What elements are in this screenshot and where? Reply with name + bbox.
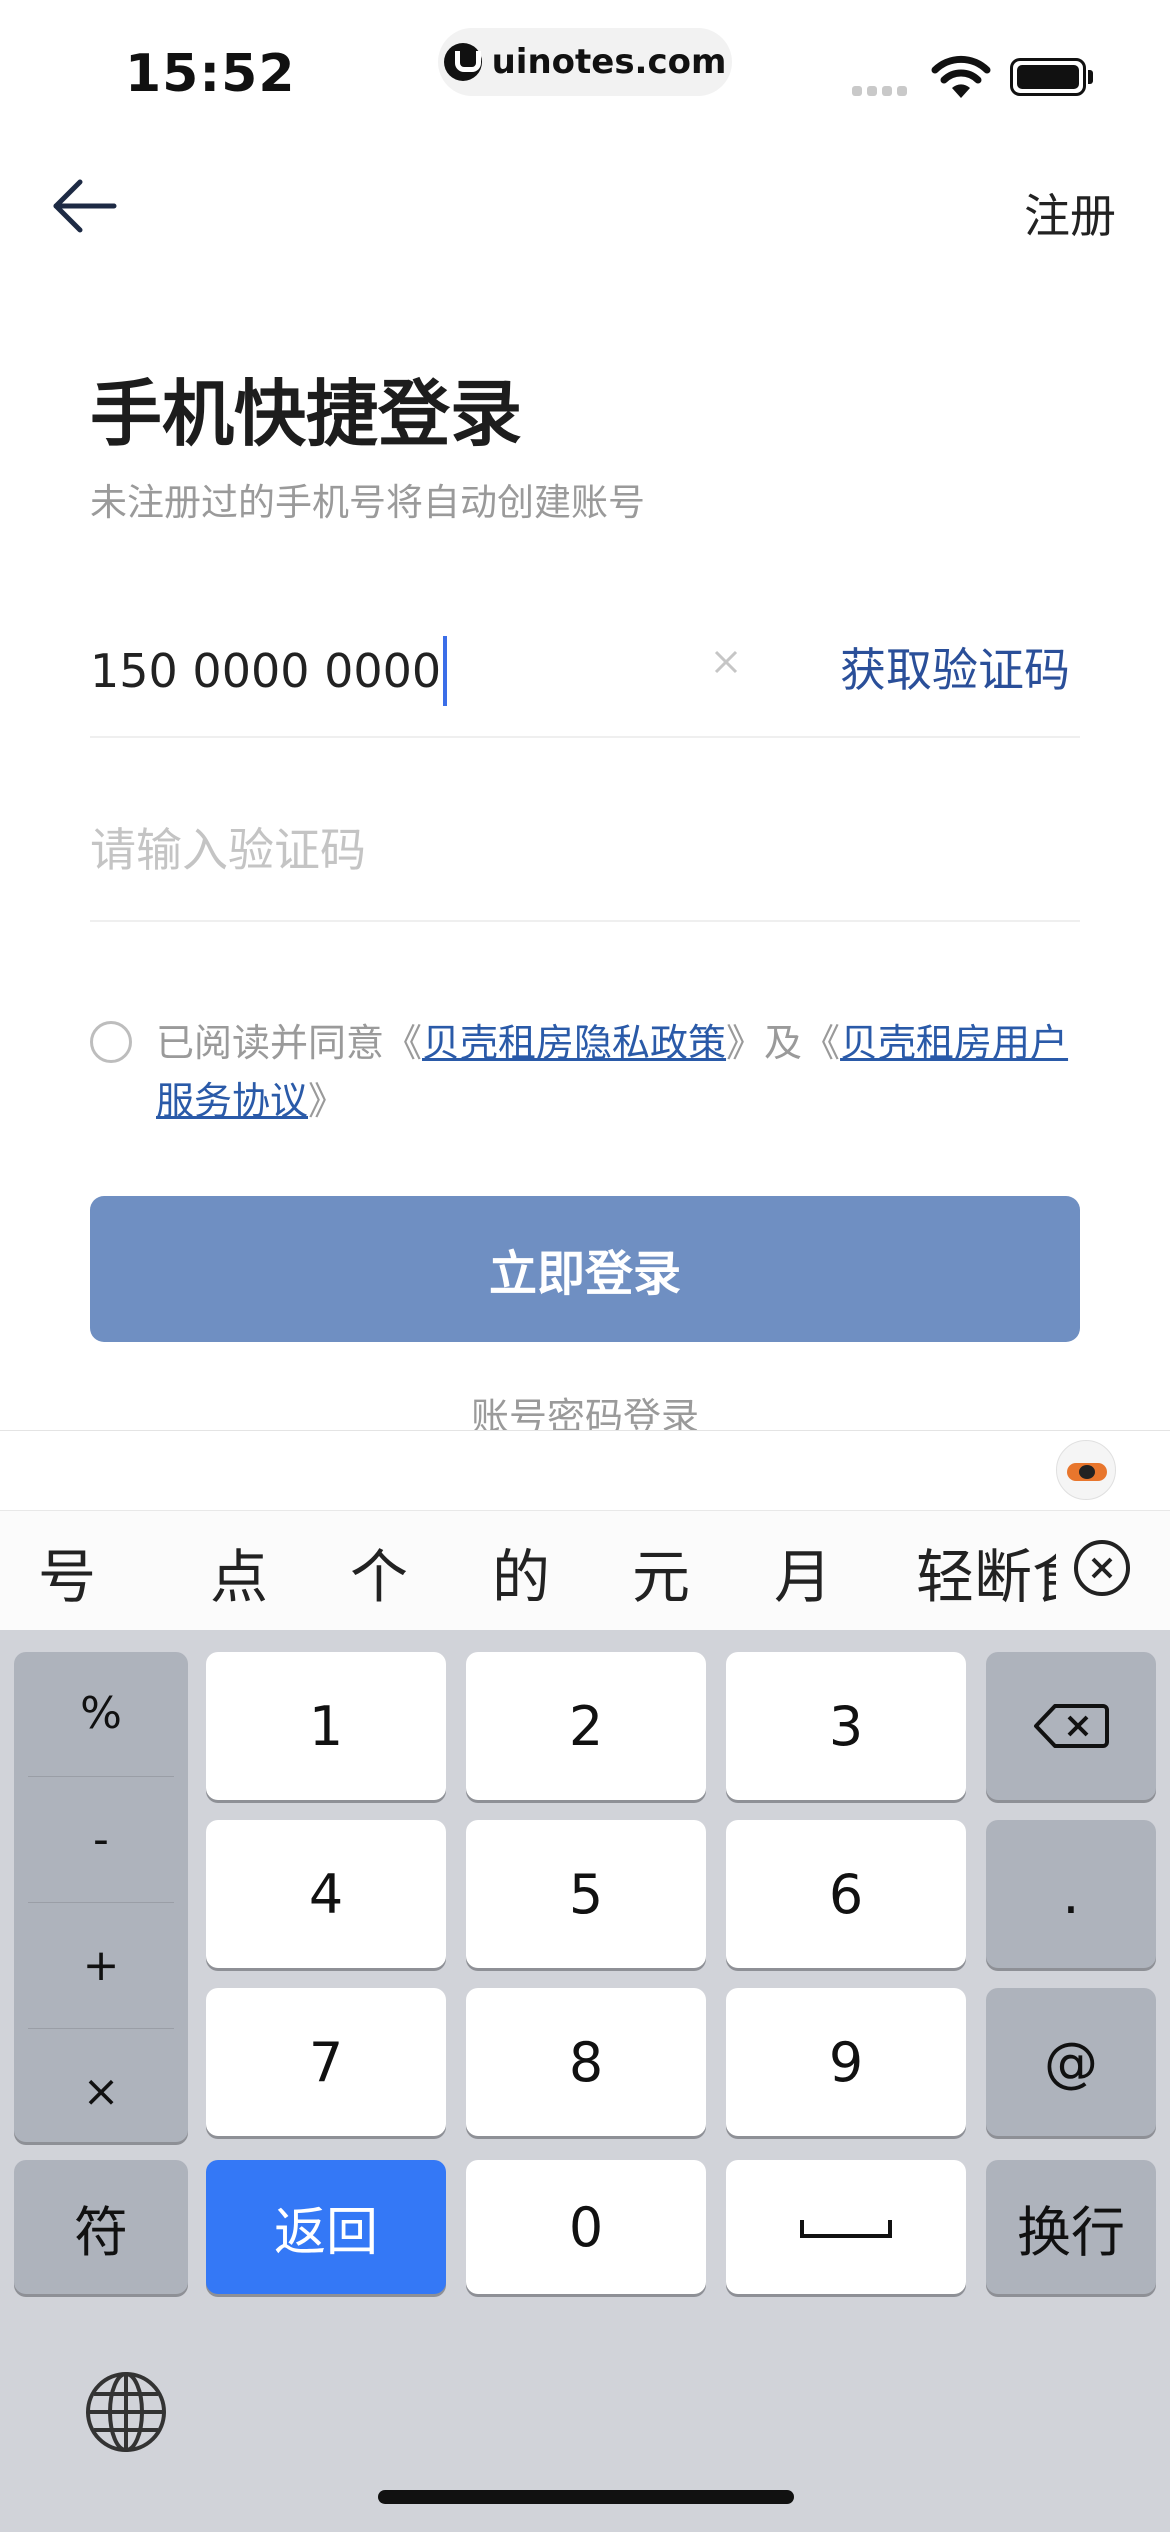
agreement-text: 已阅读并同意《贝壳租房隐私政策》及《贝壳租房用户服务协议》	[156, 1014, 1086, 1130]
candidate-item[interactable]: 元	[632, 1530, 690, 1614]
agreement-checkbox[interactable]	[90, 1021, 132, 1063]
candidate-item[interactable]: 的	[492, 1530, 550, 1614]
symbol-key[interactable]: 符	[14, 2160, 188, 2294]
page-subtitle: 未注册过的手机号将自动创建账号	[90, 481, 645, 524]
phone-input[interactable]: 150 0000 0000	[90, 636, 448, 706]
site-logo-icon	[443, 43, 482, 81]
page-title: 手机快捷登录	[90, 372, 523, 456]
close-candidates-icon[interactable]	[1074, 1540, 1130, 1596]
verification-code-input[interactable]	[90, 810, 1080, 890]
agreement-middle: 》及《	[726, 1021, 841, 1065]
space-icon	[800, 2220, 892, 2238]
url-text: uinotes.com	[491, 42, 727, 82]
divider	[90, 920, 1080, 922]
key-0[interactable]: 0	[466, 2160, 706, 2294]
keyboard-toolbar	[0, 1430, 1170, 1510]
key-8[interactable]: 8	[466, 1988, 706, 2136]
key-percent[interactable]: %	[14, 1652, 188, 1774]
key-at[interactable]: @	[986, 1988, 1156, 2136]
privacy-policy-link[interactable]: 贝壳租房隐私政策	[422, 1021, 726, 1065]
candidate-item[interactable]: 轻断食	[916, 1530, 1056, 1614]
space-key[interactable]	[726, 2160, 966, 2294]
login-button[interactable]: 立即登录	[90, 1196, 1080, 1342]
key-5[interactable]: 5	[466, 1820, 706, 1968]
key-multiply[interactable]: ×	[14, 2030, 188, 2152]
key-minus[interactable]: -	[14, 1778, 188, 1900]
clear-icon[interactable]	[704, 640, 748, 684]
keyboard-mascot-icon[interactable]	[1056, 1440, 1116, 1500]
key-9[interactable]: 9	[726, 1988, 966, 2136]
battery-icon	[1010, 58, 1086, 96]
battery-tip	[1088, 70, 1093, 84]
phone-value: 150 0000 0000	[90, 644, 442, 698]
text-cursor	[443, 636, 448, 706]
password-login-link[interactable]: 账号密码登录	[0, 1386, 1170, 1430]
register-link[interactable]: 注册	[1024, 180, 1116, 246]
candidate-item[interactable]: 月	[774, 1530, 832, 1614]
backspace-icon	[1034, 1704, 1109, 1748]
arrow-left-icon[interactable]	[50, 176, 120, 236]
newline-key[interactable]: 换行	[986, 2160, 1156, 2294]
key-plus[interactable]: +	[14, 1904, 188, 2026]
agreement-prefix: 已阅读并同意《	[156, 1021, 423, 1065]
candidate-item[interactable]: 个	[350, 1530, 408, 1614]
key-1[interactable]: 1	[206, 1652, 446, 1800]
return-key[interactable]: 返回	[206, 2160, 446, 2294]
url-pill[interactable]: uinotes.com	[438, 28, 732, 96]
home-indicator[interactable]	[378, 2490, 794, 2504]
agreement-suffix: 》	[308, 1079, 347, 1123]
key-dot[interactable]: .	[986, 1820, 1156, 1968]
key-7[interactable]: 7	[206, 1988, 446, 2136]
divider	[90, 736, 1080, 738]
cellular-signal-icon	[852, 86, 907, 96]
backspace-key[interactable]	[986, 1652, 1156, 1800]
candidate-item[interactable]: 号	[38, 1530, 96, 1614]
wifi-icon	[931, 55, 991, 98]
key-3[interactable]: 3	[726, 1652, 966, 1800]
globe-icon[interactable]	[84, 2370, 168, 2454]
key-4[interactable]: 4	[206, 1820, 446, 1968]
key-6[interactable]: 6	[726, 1820, 966, 1968]
get-code-button[interactable]: 获取验证码	[840, 634, 1070, 700]
key-2[interactable]: 2	[466, 1652, 706, 1800]
candidate-item[interactable]: 点	[210, 1530, 268, 1614]
status-time: 15:52	[125, 44, 296, 104]
